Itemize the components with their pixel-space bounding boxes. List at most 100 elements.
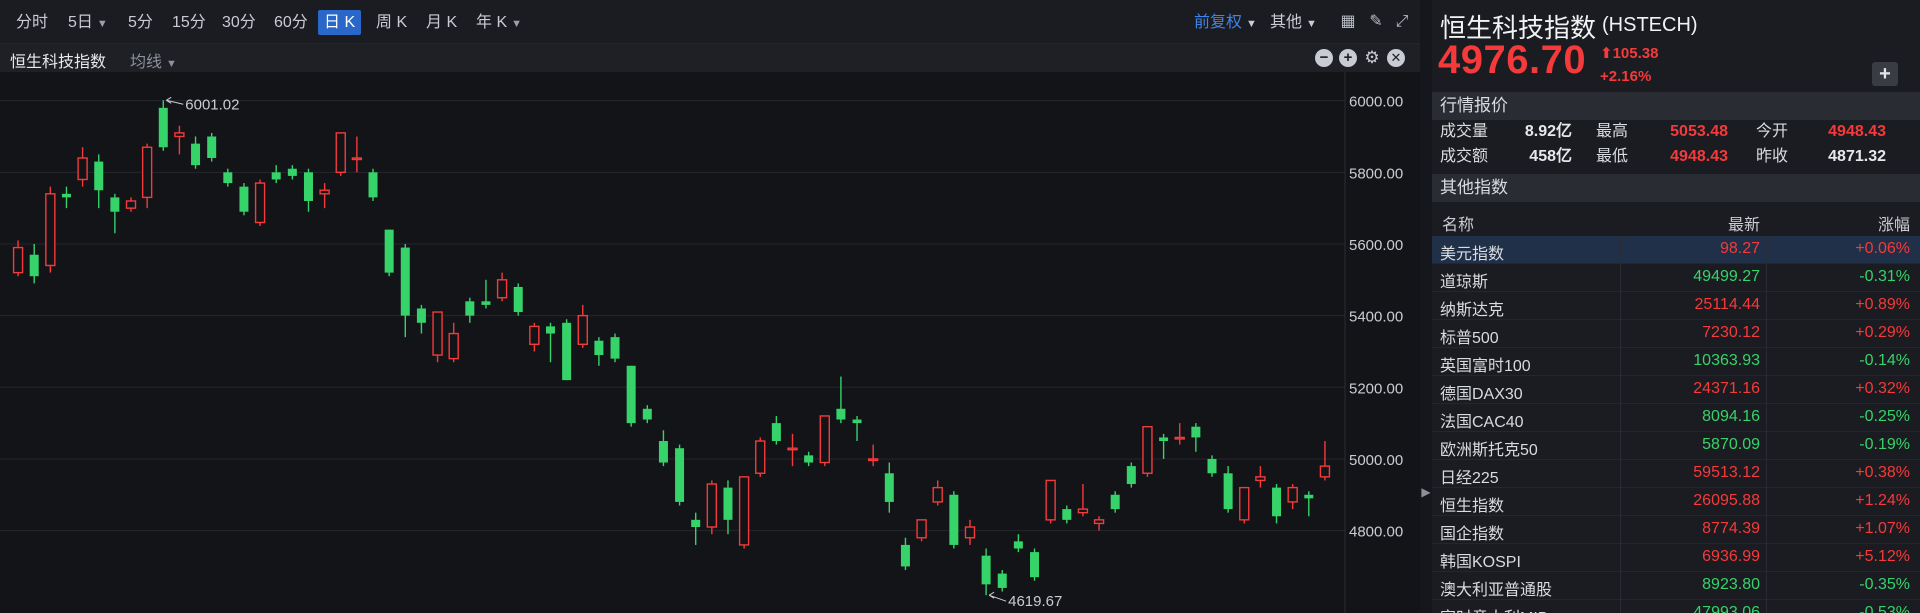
stat-label: 今开: [1756, 123, 1789, 140]
index-cell-pct: +0.38%: [1855, 464, 1910, 481]
table-row[interactable]: 日经225 59513.12 +0.38%: [1432, 460, 1920, 488]
kline-svg: 6000.00 5800.00 5600.00 5400.00 5200.00 4800.…: [0, 72, 1403, 613]
zoom-out-icon[interactable]: −: [1315, 49, 1333, 67]
table-row[interactable]: 德国DAX30 24371.16 +0.32%: [1432, 376, 1920, 404]
tab-period-5[interactable]: 60分: [268, 10, 314, 35]
table-row[interactable]: 英国富时100 10363.93 -0.14%: [1432, 348, 1920, 376]
table-row[interactable]: 恒生指数 26095.88 +1.24%: [1432, 488, 1920, 516]
stat-value: 4948.43: [1828, 123, 1886, 140]
index-cell-name: 德国DAX30: [1440, 386, 1523, 403]
tab-period-8[interactable]: 月 K: [420, 10, 463, 35]
candle: [675, 444, 685, 506]
stat-value: 8.92亿: [1524, 123, 1572, 140]
tab-period-7[interactable]: 周 K: [370, 10, 413, 35]
index-price: 4976.70: [1438, 38, 1587, 82]
column-divider: [1620, 236, 1621, 264]
tab-period-9[interactable]: 年 K ▼: [470, 10, 528, 35]
tab-period-1[interactable]: 5日 ▼: [62, 10, 114, 35]
column-divider: [1620, 572, 1621, 600]
stat-value: 458亿: [1529, 148, 1572, 165]
index-code: (HSTECH): [1602, 14, 1698, 36]
table-row[interactable]: 法国CAC40 8094.16 -0.25%: [1432, 404, 1920, 432]
candle-body: [110, 197, 120, 212]
candle: [207, 132, 217, 162]
index-cell-last: 8774.39: [1702, 520, 1760, 537]
candle: [61, 186, 71, 209]
indices-table-header: 名称 最新 涨幅: [1432, 206, 1920, 234]
close-icon[interactable]: ✕: [1387, 49, 1405, 67]
candle-body: [125, 200, 137, 209]
add-watchlist-button[interactable]: +: [1872, 62, 1898, 86]
tab-period-6[interactable]: 日 K: [318, 10, 362, 35]
column-divider: [1766, 460, 1767, 488]
tab-period-2[interactable]: 5分: [122, 10, 159, 35]
ma-dropdown[interactable]: 均线 ▼: [130, 48, 177, 72]
candle: [1045, 479, 1056, 524]
candle-body: [610, 337, 620, 359]
candle: [1077, 484, 1089, 517]
header-last: 最新: [1727, 217, 1760, 234]
candle-body: [207, 136, 217, 158]
candle: [223, 168, 233, 187]
candle-body: [884, 473, 894, 502]
candle-body: [416, 308, 426, 323]
table-row[interactable]: 澳大利亚普通股 8923.80 -0.35%: [1432, 572, 1920, 600]
table-row[interactable]: 国企指数 8774.39 +1.07%: [1432, 516, 1920, 544]
candle-body: [594, 340, 604, 356]
candle: [1272, 484, 1282, 524]
table-row[interactable]: 韩国KOSPI 6936.99 +5.12%: [1432, 544, 1920, 572]
zoom-in-icon[interactable]: +: [1339, 49, 1357, 67]
candle-body: [771, 423, 781, 442]
table-row[interactable]: 纳斯达克 25114.44 +0.89%: [1432, 292, 1920, 320]
y-tick-label: 5800.00: [1349, 165, 1403, 182]
column-divider: [1766, 544, 1767, 572]
table-row[interactable]: 富时意大利MIB 47993.06 -0.53%: [1432, 600, 1920, 613]
pencil-icon[interactable]: ✎: [1366, 12, 1386, 32]
fullscreen-icon[interactable]: ⤢: [1392, 12, 1412, 32]
tab-period-4[interactable]: 30分: [216, 10, 262, 35]
candle-body: [1255, 476, 1266, 482]
index-cell-last: 5870.09: [1702, 436, 1760, 453]
index-cell-pct: -0.19%: [1859, 436, 1910, 453]
candle: [125, 197, 137, 212]
tab-period-0[interactable]: 分时: [10, 10, 54, 35]
grid-icon[interactable]: ▦: [1338, 12, 1358, 32]
candle-body: [513, 286, 523, 313]
candle: [1191, 423, 1201, 452]
adjust-dropdown[interactable]: 前复权 ▼: [1194, 10, 1257, 35]
tab-period-3[interactable]: 15分: [166, 10, 212, 35]
candle: [771, 415, 781, 445]
candle: [287, 165, 297, 180]
candle: [141, 143, 153, 209]
index-cell-pct: -0.35%: [1859, 576, 1910, 593]
candle-body: [191, 143, 201, 166]
kline-chart[interactable]: 6000.00 5800.00 5600.00 5400.00 5200.00 4800.…: [0, 72, 1420, 613]
period-toolbar: 分时 5日 ▼ 5分 15分 30分 60分日 K 周 K 月 K 年 K ▼ 前复权 ▼ 其他 ▼ ▦ ✎ ⤢: [0, 0, 1420, 44]
table-row[interactable]: 道琼斯 49499.27 -0.31%: [1432, 264, 1920, 292]
settings-icon[interactable]: ⚙: [1363, 49, 1381, 67]
candle-body: [61, 193, 71, 198]
candle-body: [29, 254, 39, 277]
candle: [513, 283, 523, 316]
candle: [1304, 491, 1314, 517]
candle: [691, 512, 701, 545]
stat-label: 成交量: [1440, 123, 1489, 140]
table-row[interactable]: 欧洲斯托克50 5870.09 -0.19%: [1432, 432, 1920, 460]
candle-body: [45, 193, 56, 267]
candle: [1223, 466, 1233, 513]
other-label: 其他: [1270, 14, 1303, 31]
other-dropdown[interactable]: 其他 ▼: [1270, 10, 1317, 35]
table-row[interactable]: 标普500 7230.12 +0.29%: [1432, 320, 1920, 348]
candle-body: [1207, 458, 1217, 474]
candle: [496, 272, 508, 302]
column-divider: [1620, 544, 1621, 572]
candle-body: [1077, 508, 1089, 514]
candle: [932, 480, 943, 506]
collapse-panel-icon[interactable]: ▶: [1420, 472, 1432, 512]
candle-body: [12, 246, 24, 274]
column-divider: [1620, 600, 1621, 613]
chart-title: 恒生科技指数: [10, 54, 107, 71]
stock-chart-app: 分时 5日 ▼ 5分 15分 30分 60分日 K周 K月 K年 K ▼ 前复权 ▼ 其他 ▼ ▦ ✎ ⤢ …: [0, 0, 1920, 613]
candle-body: [836, 408, 846, 420]
table-row[interactable]: 美元指数 98.27 +0.06%: [1432, 236, 1920, 264]
